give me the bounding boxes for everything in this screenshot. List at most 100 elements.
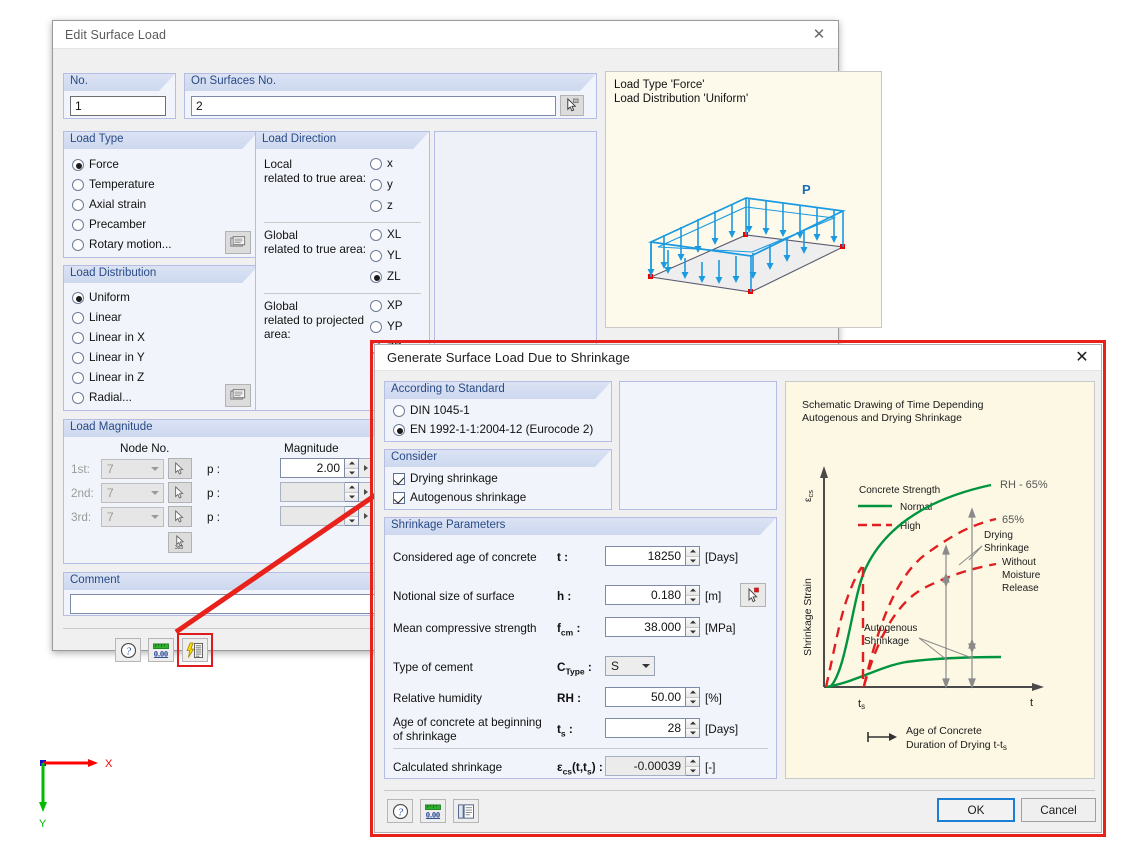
radio-dir-xp[interactable]: XP	[370, 299, 403, 312]
spin-up-icon[interactable]	[345, 459, 358, 469]
on-surfaces-input[interactable]: 2	[191, 96, 556, 116]
y-axis-arrow	[39, 802, 47, 812]
radio-dir-zl[interactable]: ZL	[370, 270, 401, 283]
pick-cursor-icon[interactable]	[168, 506, 192, 527]
spin-up-icon[interactable]	[345, 483, 358, 493]
radio-dist-linear-x[interactable]: Linear in X	[72, 331, 145, 344]
radio-label: Rotary motion...	[89, 238, 172, 251]
radio-dir-x[interactable]: x	[370, 157, 393, 170]
param-label-cement-type: Type of cement	[393, 661, 473, 674]
spin-down-icon[interactable]	[686, 595, 699, 604]
spin-up-icon[interactable]	[686, 547, 699, 557]
radio-label: Linear in Z	[89, 371, 145, 384]
radio-load-type-force[interactable]: Force	[72, 158, 119, 171]
node-select-2[interactable]: 7	[101, 483, 164, 503]
radio-load-type-rotary-motion[interactable]: Rotary motion...	[72, 238, 172, 251]
radio-dir-y[interactable]: y	[370, 178, 393, 191]
param-spinner-rh[interactable]	[686, 687, 700, 707]
spin-up-icon[interactable]	[686, 586, 699, 596]
radio-load-type-temperature[interactable]: Temperature	[72, 178, 155, 191]
magnitude-input-1[interactable]: 2.00	[280, 458, 345, 478]
param-input-rh[interactable]: 50.00	[605, 687, 686, 707]
load-preview-pane: Load Type 'Force' Load Distribution 'Unif…	[605, 71, 882, 328]
details-button[interactable]	[453, 799, 479, 823]
spin-down-icon[interactable]	[345, 516, 358, 525]
radio-dot-icon	[72, 238, 84, 251]
cement-type-value: S	[611, 659, 620, 673]
magnitude-spinner-3[interactable]	[345, 506, 359, 526]
radio-dist-uniform[interactable]: Uniform	[72, 291, 130, 304]
radio-label: Radial...	[89, 391, 132, 404]
param-input-t[interactable]: 18250	[605, 546, 686, 566]
radio-dir-yl[interactable]: YL	[370, 249, 401, 262]
cancel-button[interactable]: Cancel	[1021, 798, 1096, 822]
checkbox-autogenous-shrinkage[interactable]: Autogenous shrinkage	[393, 491, 526, 504]
spin-down-icon[interactable]	[686, 627, 699, 636]
pick-cursor-icon[interactable]	[560, 95, 584, 116]
spin-down-icon[interactable]	[345, 492, 358, 501]
param-spinner-t[interactable]	[686, 546, 700, 566]
pick-cursor-icon[interactable]	[740, 583, 766, 607]
load-direction-group-label: Load Direction	[256, 132, 429, 149]
pick-cursor-icon[interactable]	[168, 482, 192, 503]
spin-down-icon[interactable]	[345, 468, 358, 477]
help-button[interactable]: ?	[115, 638, 141, 662]
magnitude-input-2[interactable]	[280, 482, 345, 502]
radio-dot-icon	[72, 331, 84, 344]
radio-dir-xl[interactable]: XL	[370, 228, 401, 241]
radio-load-type-precamber[interactable]: Precamber	[72, 218, 146, 231]
load-type-settings-button[interactable]	[225, 231, 251, 254]
radio-dist-radial[interactable]: Radial...	[72, 391, 132, 404]
row-ordinal-3: 3rd:	[71, 511, 92, 524]
magnitude-spinner-1[interactable]	[345, 458, 359, 478]
radio-label: x	[387, 157, 393, 170]
radio-standard-din[interactable]: DIN 1045-1	[393, 404, 470, 417]
help-button[interactable]: ?	[387, 799, 413, 823]
magnitude-spinner-2[interactable]	[345, 482, 359, 502]
param-input-ts[interactable]: 28	[605, 718, 686, 738]
load-distribution-settings-button[interactable]	[225, 384, 251, 407]
x-axis-label: X	[105, 758, 113, 770]
spin-down-icon[interactable]	[686, 556, 699, 565]
pick-3-nodes-icon[interactable]: 3x3	[168, 532, 192, 553]
chart-annotation-moisture: Moisture	[1002, 570, 1041, 581]
checkbox-drying-shrinkage[interactable]: Drying shrinkage	[393, 472, 498, 485]
radio-dist-linear-z[interactable]: Linear in Z	[72, 371, 144, 384]
close-icon[interactable]: ✕	[1067, 347, 1097, 369]
param-spinner-h[interactable]	[686, 585, 700, 605]
no-input[interactable]: 1	[70, 96, 166, 116]
radio-dist-linear-y[interactable]: Linear in Y	[72, 351, 145, 364]
pick-cursor-icon[interactable]	[168, 458, 192, 479]
spin-up-icon[interactable]	[345, 507, 358, 517]
radio-standard-en[interactable]: EN 1992-1-1:2004-12 (Eurocode 2)	[393, 423, 593, 436]
spin-up-icon[interactable]	[686, 618, 699, 628]
param-label-notional-size: Notional size of surface	[393, 590, 515, 603]
radio-dir-z[interactable]: z	[370, 199, 393, 212]
load-type-group-label: Load Type	[64, 132, 258, 149]
radio-dot-icon	[72, 311, 84, 324]
param-label-age-begin-shrinkage: Age of concrete at beginning of shrinkag…	[393, 716, 542, 743]
param-input-h[interactable]: 0.180	[605, 585, 686, 605]
param-spinner-ts[interactable]	[686, 718, 700, 738]
spin-down-icon[interactable]	[686, 728, 699, 737]
radio-dir-yp[interactable]: YP	[370, 320, 403, 333]
spin-up-icon[interactable]	[686, 688, 699, 698]
param-spinner-fcm[interactable]	[686, 617, 700, 637]
cement-type-select[interactable]: S	[605, 656, 655, 676]
node-select-3[interactable]: 7	[101, 507, 164, 527]
ok-button[interactable]: OK	[937, 798, 1015, 822]
chart-title-line1: Schematic Drawing of Time Depending	[802, 399, 984, 411]
radio-label: Linear	[89, 311, 122, 324]
param-input-fcm[interactable]: 38.000	[605, 617, 686, 637]
load-type-group: Load Type Force Temperature Axial strain…	[63, 131, 259, 258]
spin-up-icon[interactable]	[686, 719, 699, 729]
magnitude-input-3[interactable]	[280, 506, 345, 526]
radio-load-type-axial-strain[interactable]: Axial strain	[72, 198, 146, 211]
close-icon[interactable]: ✕	[804, 23, 834, 45]
units-button[interactable]: 0.00	[148, 638, 174, 662]
spin-down-icon[interactable]	[686, 697, 699, 706]
units-button[interactable]: 0.00	[420, 799, 446, 823]
radio-label: Force	[89, 158, 119, 171]
node-select-1[interactable]: 7	[101, 459, 164, 479]
radio-dist-linear[interactable]: Linear	[72, 311, 122, 324]
